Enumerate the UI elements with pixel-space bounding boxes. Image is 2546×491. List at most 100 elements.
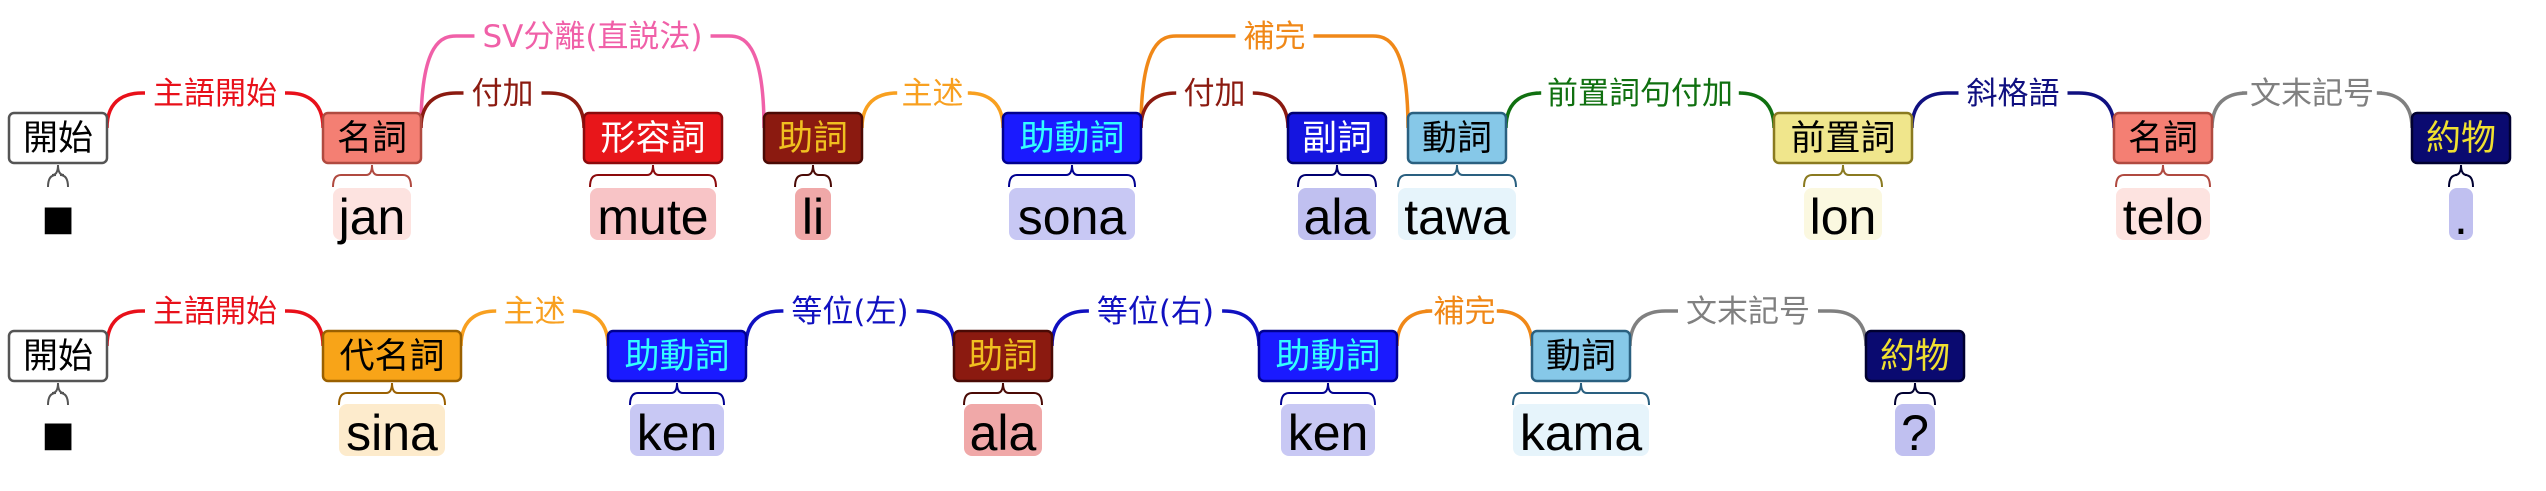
word-text: . <box>2454 189 2468 245</box>
edge-1: 主語開始 <box>105 294 325 347</box>
token-7: 約物? <box>1864 329 1966 461</box>
edge-label: 補完 <box>1244 19 1306 55</box>
brace <box>794 164 832 188</box>
edge-label: 主述 <box>902 76 964 112</box>
pos-label: 助詞 <box>968 337 1038 377</box>
word-text: ken <box>1288 405 1369 461</box>
token-3: 助動詞 ken <box>606 329 748 461</box>
pos-label: 名詞 <box>2128 119 2198 159</box>
brace <box>2115 164 2211 188</box>
pos-label: 名詞 <box>337 119 407 159</box>
edge-label: 斜格語 <box>1967 76 2060 112</box>
token-3: 形容詞 mute <box>582 111 724 245</box>
pos-label: 動詞 <box>1422 119 1492 159</box>
edge-7: 前置詞句付加 <box>1504 76 1776 129</box>
pos-label: 助動詞 <box>1275 337 1380 377</box>
edge-2: 主述 <box>459 294 610 347</box>
word-text: kama <box>1520 405 1642 461</box>
pos-label: 代名詞 <box>339 337 444 377</box>
token-6: 動詞 kama <box>1512 329 1650 461</box>
edge-label: 補完 <box>1434 294 1496 330</box>
token-10: 約物. <box>2410 111 2512 245</box>
word-text: telo <box>2123 189 2204 245</box>
edge-5: 補完 <box>1139 19 1410 129</box>
pos-label: 助詞 <box>778 119 848 159</box>
pos-label: 開始 <box>23 119 93 159</box>
brace <box>1512 382 1650 406</box>
edge-8: 斜格語 <box>1910 76 2116 129</box>
sentence-2: 主語開始 主述 等位(左) 等位(右) 補完 文末記号開始 ■ 代名詞 sina 助動詞 ken 助詞… <box>7 294 1966 461</box>
pos-label: 動詞 <box>1546 337 1616 377</box>
token-7: 動詞 tawa <box>1397 111 1517 245</box>
word-text: ? <box>1901 405 1929 461</box>
word-text: ala <box>970 405 1037 461</box>
start-marker: ■ <box>41 199 74 239</box>
edge-label: 文末記号 <box>2250 76 2374 112</box>
token-4: 助詞 li <box>762 111 864 245</box>
pos-label: 開始 <box>23 337 93 377</box>
pos-label: 約物 <box>2426 119 2496 159</box>
edge-4: 等位(右) <box>1050 294 1261 347</box>
sentence-1: 主語開始 SV分離(直説法) 付加 主述 補完付加 前置詞句付加 斜格語 文末記号開始 ■ 名詞 j… <box>7 19 2512 245</box>
word-text: sina <box>346 405 438 461</box>
edge-6: 文末記号 <box>1628 294 1868 347</box>
token-1: 開始 ■ <box>7 111 109 239</box>
start-marker: ■ <box>41 415 74 455</box>
brace <box>589 164 717 188</box>
edge-label: 等位(左) <box>791 294 908 330</box>
edge-label: 文末記号 <box>1686 294 1810 330</box>
edge-5: 補完 <box>1395 294 1534 347</box>
edge-label: 主語開始 <box>153 76 277 112</box>
token-4: 助詞 ala <box>952 329 1054 461</box>
brace <box>1894 382 1936 406</box>
word-text: sona <box>1018 189 1127 245</box>
pos-label: 約物 <box>1880 337 1950 377</box>
edge-3: 付加 <box>419 76 586 129</box>
edge-label: 主語開始 <box>153 294 277 330</box>
brace <box>1297 164 1377 188</box>
edge-label: SV分離(直説法) <box>482 19 702 55</box>
brace <box>332 164 412 188</box>
pos-label: 前置詞 <box>1790 119 1895 159</box>
token-5: 助動詞 sona <box>1001 111 1143 245</box>
pos-label: 助動詞 <box>1019 119 1124 159</box>
brace <box>629 382 725 406</box>
brace <box>1803 164 1883 188</box>
dependency-diagram: 主語開始SV分離(直説法)付加 主述補完付加 前置詞句付加 斜格語 文末記号開始■名詞j… <box>7 19 2512 461</box>
word-text: mute <box>597 189 708 245</box>
edge-label: 付加 <box>472 76 534 112</box>
brace <box>338 382 446 406</box>
word-text: jan <box>337 189 406 245</box>
word-text: tawa <box>1404 189 1510 245</box>
brace <box>1008 164 1136 188</box>
edge-label: 付加 <box>1184 76 1246 112</box>
brace <box>963 382 1043 406</box>
edge-label: 等位(右) <box>1097 294 1214 330</box>
word-text: li <box>802 189 824 245</box>
token-5: 助動詞 ken <box>1257 329 1399 461</box>
brace <box>47 164 69 188</box>
word-text: ala <box>1304 189 1371 245</box>
token-2: 代名詞 sina <box>321 329 463 461</box>
edge-label: 主述 <box>504 294 566 330</box>
token-8: 前置詞 lon <box>1772 111 1914 245</box>
pos-label: 副詞 <box>1302 119 1372 159</box>
brace <box>47 382 69 406</box>
token-6: 副詞 ala <box>1286 111 1388 245</box>
edge-6: 付加 <box>1139 76 1290 129</box>
token-1: 開始 ■ <box>7 329 109 455</box>
edge-3: 等位(左) <box>744 294 956 347</box>
edge-label: 前置詞句付加 <box>1547 76 1733 112</box>
brace <box>2448 164 2474 188</box>
token-2: 名詞 jan <box>321 111 423 245</box>
edge-1: 主語開始 <box>105 76 325 129</box>
pos-label: 助動詞 <box>624 337 729 377</box>
word-text: ken <box>637 405 718 461</box>
pos-label: 形容詞 <box>600 119 705 159</box>
edge-4: 主述 <box>860 76 1005 129</box>
edge-9: 文末記号 <box>2210 76 2414 129</box>
brace <box>1280 382 1376 406</box>
token-9: 名詞 telo <box>2112 111 2214 245</box>
word-text: lon <box>1810 189 1877 245</box>
brace <box>1397 164 1517 188</box>
